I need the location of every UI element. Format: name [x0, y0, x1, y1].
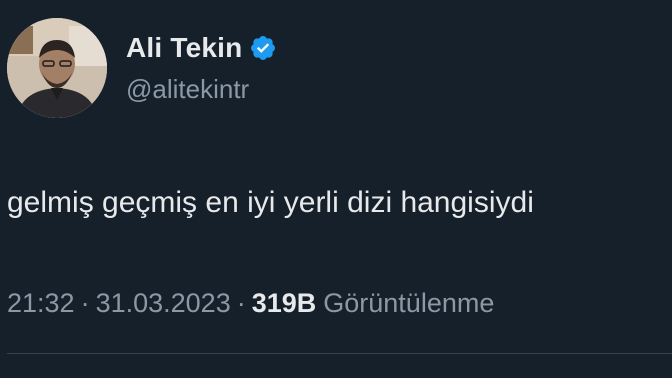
author-handle[interactable]: @alitekintr	[126, 72, 249, 106]
avatar-image	[7, 18, 107, 118]
tweet-meta: 21:32 · 31.03.2023 · 319B Görüntülenme	[7, 285, 494, 321]
tweet-card: Ali Tekin @alitekintr gelmiş geçmiş en i…	[0, 0, 672, 378]
views-label[interactable]: Görüntülenme	[323, 285, 494, 321]
tweet-date[interactable]: 31.03.2023	[96, 285, 231, 321]
author-display-name[interactable]: Ali Tekin	[126, 30, 242, 66]
divider	[7, 353, 672, 354]
meta-separator: ·	[236, 288, 246, 318]
tweet-time[interactable]: 21:32	[7, 285, 75, 321]
meta-separator: ·	[80, 288, 90, 318]
tweet-text: gelmiş geçmiş en iyi yerli dizi hangisiy…	[7, 186, 534, 219]
views-count[interactable]: 319B	[252, 285, 317, 321]
avatar[interactable]	[7, 18, 107, 118]
verified-badge-icon[interactable]	[249, 34, 277, 62]
author-name-row: Ali Tekin	[126, 30, 277, 66]
